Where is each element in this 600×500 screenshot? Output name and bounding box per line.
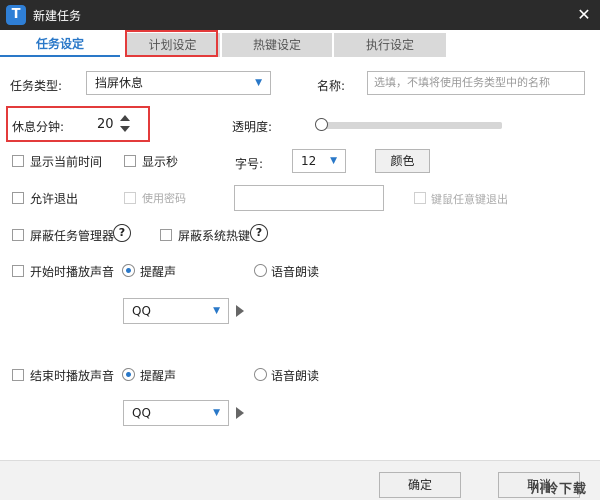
tab-task-settings[interactable]: 任务设定 — [0, 33, 120, 57]
play-icon[interactable] — [236, 407, 244, 419]
block-task-manager-checkbox[interactable] — [12, 229, 24, 241]
start-sound-checkbox[interactable] — [12, 265, 24, 277]
chevron-down-icon: ▼ — [255, 78, 262, 88]
end-sound-label: 结束时播放声音 — [30, 369, 115, 383]
app-logo-icon: T — [6, 5, 26, 25]
start-alert-label: 提醒声 — [140, 265, 177, 279]
tab-hotkey-settings[interactable]: 热键设定 — [222, 33, 332, 57]
start-sound-label: 开始时播放声音 — [30, 265, 115, 279]
start-sound-select[interactable]: QQ ▼ — [123, 298, 229, 324]
allow-exit-checkbox[interactable] — [12, 192, 24, 204]
chevron-down-icon: ▼ — [330, 156, 337, 166]
end-voice-radio[interactable] — [254, 368, 267, 381]
end-sound-select[interactable]: QQ ▼ — [123, 400, 229, 426]
close-icon[interactable]: ✕ — [572, 3, 596, 27]
use-password-label: 使用密码 — [142, 192, 186, 205]
rest-minutes-label: 休息分钟: — [12, 120, 65, 134]
opacity-slider[interactable] — [320, 122, 502, 129]
end-voice-label: 语音朗读 — [271, 369, 320, 383]
rest-minutes-spinner — [120, 115, 132, 135]
font-size-select[interactable]: 12 ▼ — [292, 149, 346, 173]
start-sound-value: QQ — [132, 304, 151, 318]
show-seconds-label: 显示秒 — [142, 155, 179, 169]
spin-up-icon[interactable] — [120, 115, 130, 121]
any-key-exit-checkbox[interactable] — [414, 192, 426, 204]
opacity-slider-thumb[interactable] — [315, 118, 328, 131]
any-key-exit-label: 键鼠任意键退出 — [431, 193, 508, 206]
use-password-checkbox[interactable] — [124, 192, 136, 204]
tab-schedule-settings[interactable]: 计划设定 — [125, 33, 220, 57]
start-alert-radio[interactable] — [122, 264, 135, 277]
play-icon[interactable] — [236, 305, 244, 317]
name-label: 名称: — [317, 79, 346, 93]
tab-bar: 任务设定 计划设定 热键设定 执行设定 — [0, 30, 600, 57]
window-title: 新建任务 — [33, 9, 82, 23]
start-voice-label: 语音朗读 — [271, 265, 320, 279]
chevron-down-icon: ▼ — [213, 408, 220, 418]
title-bar: T 新建任务 ✕ — [0, 0, 600, 30]
help-icon[interactable]: ? — [250, 224, 268, 242]
end-sound-value: QQ — [132, 406, 151, 420]
tab-execution-settings[interactable]: 执行设定 — [334, 33, 446, 57]
color-button[interactable]: 颜色 — [375, 149, 430, 173]
block-system-hotkeys-label: 屏蔽系统热键 — [178, 229, 251, 243]
show-seconds-checkbox[interactable] — [124, 155, 136, 167]
dialog-footer: 确定 取消 — [0, 460, 600, 500]
task-type-value: 挡屏休息 — [95, 76, 144, 90]
end-alert-label: 提醒声 — [140, 369, 177, 383]
block-task-manager-label: 屏蔽任务管理器 — [30, 229, 115, 243]
name-input[interactable]: 选填，不填将使用任务类型中的名称 — [367, 71, 585, 95]
show-time-label: 显示当前时间 — [30, 155, 103, 169]
opacity-label: 透明度: — [232, 120, 273, 134]
allow-exit-label: 允许退出 — [30, 192, 79, 206]
rest-minutes-input[interactable]: 20 — [97, 117, 114, 132]
font-size-label: 字号: — [235, 157, 264, 171]
ok-button[interactable]: 确定 — [379, 472, 461, 498]
end-alert-radio[interactable] — [122, 368, 135, 381]
task-type-label: 任务类型: — [10, 79, 63, 93]
help-icon[interactable]: ? — [113, 224, 131, 242]
block-system-hotkeys-checkbox[interactable] — [160, 229, 172, 241]
show-time-checkbox[interactable] — [12, 155, 24, 167]
site-watermark: 川岭下载网 — [531, 482, 588, 497]
start-voice-radio[interactable] — [254, 264, 267, 277]
task-type-select[interactable]: 挡屏休息 ▼ — [86, 71, 271, 95]
password-input[interactable] — [234, 185, 384, 211]
spin-down-icon[interactable] — [120, 126, 130, 132]
end-sound-checkbox[interactable] — [12, 369, 24, 381]
font-size-value: 12 — [301, 154, 317, 168]
chevron-down-icon: ▼ — [213, 306, 220, 316]
